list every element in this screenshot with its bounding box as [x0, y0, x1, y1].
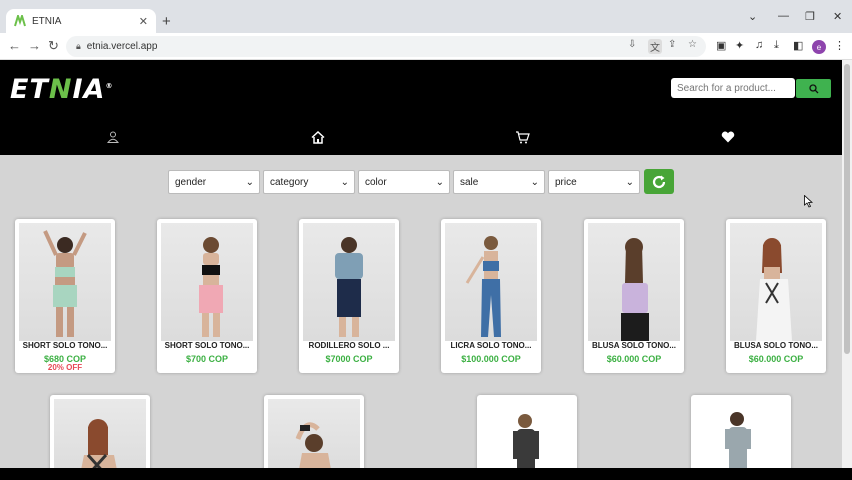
product-price: $60.000 COP	[606, 354, 662, 364]
chevron-down-icon: ⌄	[530, 176, 539, 188]
product-price: $60.000 COP	[748, 354, 804, 364]
tab-title: ETNIA	[32, 15, 62, 27]
home-link[interactable]	[311, 131, 325, 144]
scrollbar-thumb[interactable]	[844, 64, 850, 354]
product-image	[730, 223, 822, 341]
product-image	[695, 399, 787, 475]
product-image	[268, 399, 360, 475]
chevron-down-icon: ⌄	[435, 176, 444, 188]
user-icon	[107, 131, 119, 143]
browser-toolbar: ← → ↻ 🔒︎ etnia.vercel.app ⇩ 文 ⇪ ☆ ▣ ✦ ♫ …	[0, 33, 852, 60]
product-image	[303, 223, 395, 341]
close-window-icon[interactable]: ✕	[833, 10, 842, 23]
filter-label: gender	[175, 176, 207, 188]
product-image	[19, 223, 111, 341]
address-bar[interactable]: 🔒︎ etnia.vercel.app	[66, 36, 706, 57]
chevron-down-icon: ⌄	[245, 176, 254, 188]
home-icon	[311, 131, 325, 144]
download-icon[interactable]: ⤓	[774, 39, 779, 52]
product-image	[161, 223, 253, 341]
product-name: SHORT SOLO TONO...	[22, 341, 108, 350]
share-icon[interactable]: ⇪	[668, 39, 676, 50]
side-panel-icon[interactable]: ◧	[793, 39, 803, 52]
etnia-favicon-icon	[14, 15, 26, 27]
search-icon	[808, 83, 818, 93]
back-icon[interactable]: ←	[8, 38, 21, 53]
color-filter-select[interactable]: color ⌄	[358, 170, 450, 194]
profile-avatar[interactable]: e	[812, 40, 826, 54]
browser-menu-icon[interactable]: ⋮	[834, 39, 845, 52]
product-name: LICRA SOLO TONO...	[450, 341, 532, 350]
filter-bar: gender ⌄ category ⌄ color ⌄ sale ⌄ price ⌄	[168, 170, 640, 194]
product-search-input[interactable]	[671, 78, 795, 98]
product-card[interactable]: BLUSA SOLO TONO... $60.000 COP	[584, 219, 684, 373]
search-button[interactable]	[796, 79, 831, 98]
product-price: $100.000 COP	[461, 354, 521, 364]
product-image	[445, 223, 537, 341]
product-name: BLUSA SOLO TONO...	[591, 341, 676, 350]
chevron-down-icon: ⌄	[340, 176, 349, 188]
forward-icon[interactable]: →	[28, 38, 41, 53]
logo-part: IA	[72, 74, 106, 105]
logo-part: N	[48, 74, 73, 105]
extension-off-icon[interactable]: ▣	[716, 39, 726, 52]
cart-link[interactable]	[515, 131, 530, 144]
reset-filters-button[interactable]	[644, 169, 674, 194]
url-text: etnia.vercel.app	[86, 41, 158, 52]
sale-filter-select[interactable]: sale ⌄	[453, 170, 545, 194]
minimize-icon[interactable]: —	[778, 10, 789, 22]
product-image	[481, 399, 573, 475]
refresh-icon	[652, 175, 666, 188]
tab-search-icon[interactable]: ⌄	[748, 10, 757, 23]
category-filter-select[interactable]: category ⌄	[263, 170, 355, 194]
extensions-puzzle-icon[interactable]: ✦	[735, 39, 744, 52]
product-name: BLUSA SOLO TONO...	[733, 341, 818, 350]
cart-icon	[516, 131, 530, 144]
browser-tab[interactable]: ETNIA ✕	[6, 9, 156, 33]
user-account-link[interactable]	[107, 131, 119, 143]
product-card[interactable]: LICRA SOLO TONO... $100.000 COP	[441, 219, 541, 373]
chevron-down-icon: ⌄	[625, 176, 634, 188]
logo-part: ET	[10, 74, 49, 105]
translate-icon[interactable]: 文	[648, 39, 662, 54]
product-image	[54, 399, 146, 475]
product-image	[588, 223, 680, 341]
product-name: SHORT SOLO TONO...	[164, 341, 250, 350]
product-card[interactable]	[691, 395, 791, 475]
product-card[interactable]: SHORT SOLO TONO... $700 COP	[157, 219, 257, 373]
favorites-link[interactable]	[721, 131, 735, 143]
product-price: $7000 COP	[325, 354, 373, 364]
site-header: ETNIA®	[0, 60, 842, 155]
etnia-logo[interactable]: ETNIA®	[10, 74, 113, 105]
new-tab-button[interactable]: +	[162, 13, 171, 30]
price-filter-select[interactable]: price ⌄	[548, 170, 640, 194]
product-sale-badge: 20% OFF	[47, 363, 83, 372]
lock-icon: 🔒︎	[76, 41, 81, 51]
logo-part: ®	[105, 82, 114, 90]
bookmark-star-icon[interactable]: ☆	[688, 39, 697, 50]
filter-label: sale	[460, 176, 479, 188]
product-card[interactable]	[264, 395, 364, 475]
reload-icon[interactable]: ↻	[48, 38, 59, 54]
taskbar	[0, 468, 852, 480]
product-card[interactable]: SHORT SOLO TONO... $680 COP 20% OFF	[15, 219, 115, 373]
install-icon[interactable]: ⇩	[628, 39, 636, 50]
product-name: RODILLERO SOLO ...	[308, 341, 390, 350]
tab-close-icon[interactable]: ✕	[139, 15, 148, 28]
media-icon[interactable]: ♫	[755, 39, 763, 51]
product-card[interactable]	[477, 395, 577, 475]
product-card[interactable]	[50, 395, 150, 475]
product-card[interactable]: BLUSA SOLO TONO... $60.000 COP	[726, 219, 826, 373]
mouse-cursor-icon	[804, 194, 814, 213]
browser-tab-strip: ETNIA ✕ + ⌄ — ❐ ✕	[0, 0, 852, 33]
product-card[interactable]: RODILLERO SOLO ... $7000 COP	[299, 219, 399, 373]
filter-label: price	[555, 176, 577, 188]
product-price: $700 COP	[185, 354, 229, 364]
filter-label: category	[270, 176, 309, 188]
gender-filter-select[interactable]: gender ⌄	[168, 170, 260, 194]
heart-icon	[721, 131, 735, 143]
filter-label: color	[365, 176, 387, 188]
restore-icon[interactable]: ❐	[805, 10, 815, 23]
